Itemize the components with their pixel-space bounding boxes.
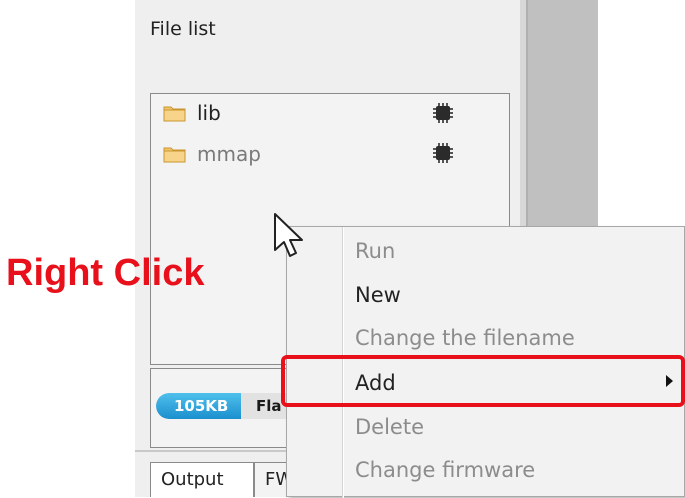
- menu-item-run[interactable]: Run: [355, 231, 395, 271]
- panel-title: File list: [150, 18, 216, 40]
- folder-icon: [163, 145, 187, 163]
- chip-icon: [431, 101, 455, 125]
- file-name: lib: [197, 101, 221, 125]
- submenu-arrow-icon: [666, 375, 673, 387]
- menu-item-change-filename[interactable]: Change the filename: [355, 318, 575, 358]
- tab-output[interactable]: Output: [150, 462, 254, 497]
- right-click-annotation: Right Click: [6, 252, 205, 294]
- menu-item-change-firmware[interactable]: Change firmware: [355, 450, 535, 490]
- file-name: mmap: [197, 142, 261, 166]
- add-highlight-box: [281, 355, 685, 407]
- chip-icon: [431, 141, 455, 165]
- mouse-cursor-icon: [273, 212, 307, 268]
- flash-size: 105KB: [174, 397, 229, 415]
- flash-label: Fla: [256, 397, 282, 415]
- file-item-mmap[interactable]: mmap: [163, 140, 261, 168]
- menu-item-delete[interactable]: Delete: [355, 407, 424, 447]
- file-item-lib[interactable]: lib: [163, 99, 221, 127]
- menu-item-new[interactable]: New: [355, 275, 401, 315]
- folder-icon: [163, 104, 187, 122]
